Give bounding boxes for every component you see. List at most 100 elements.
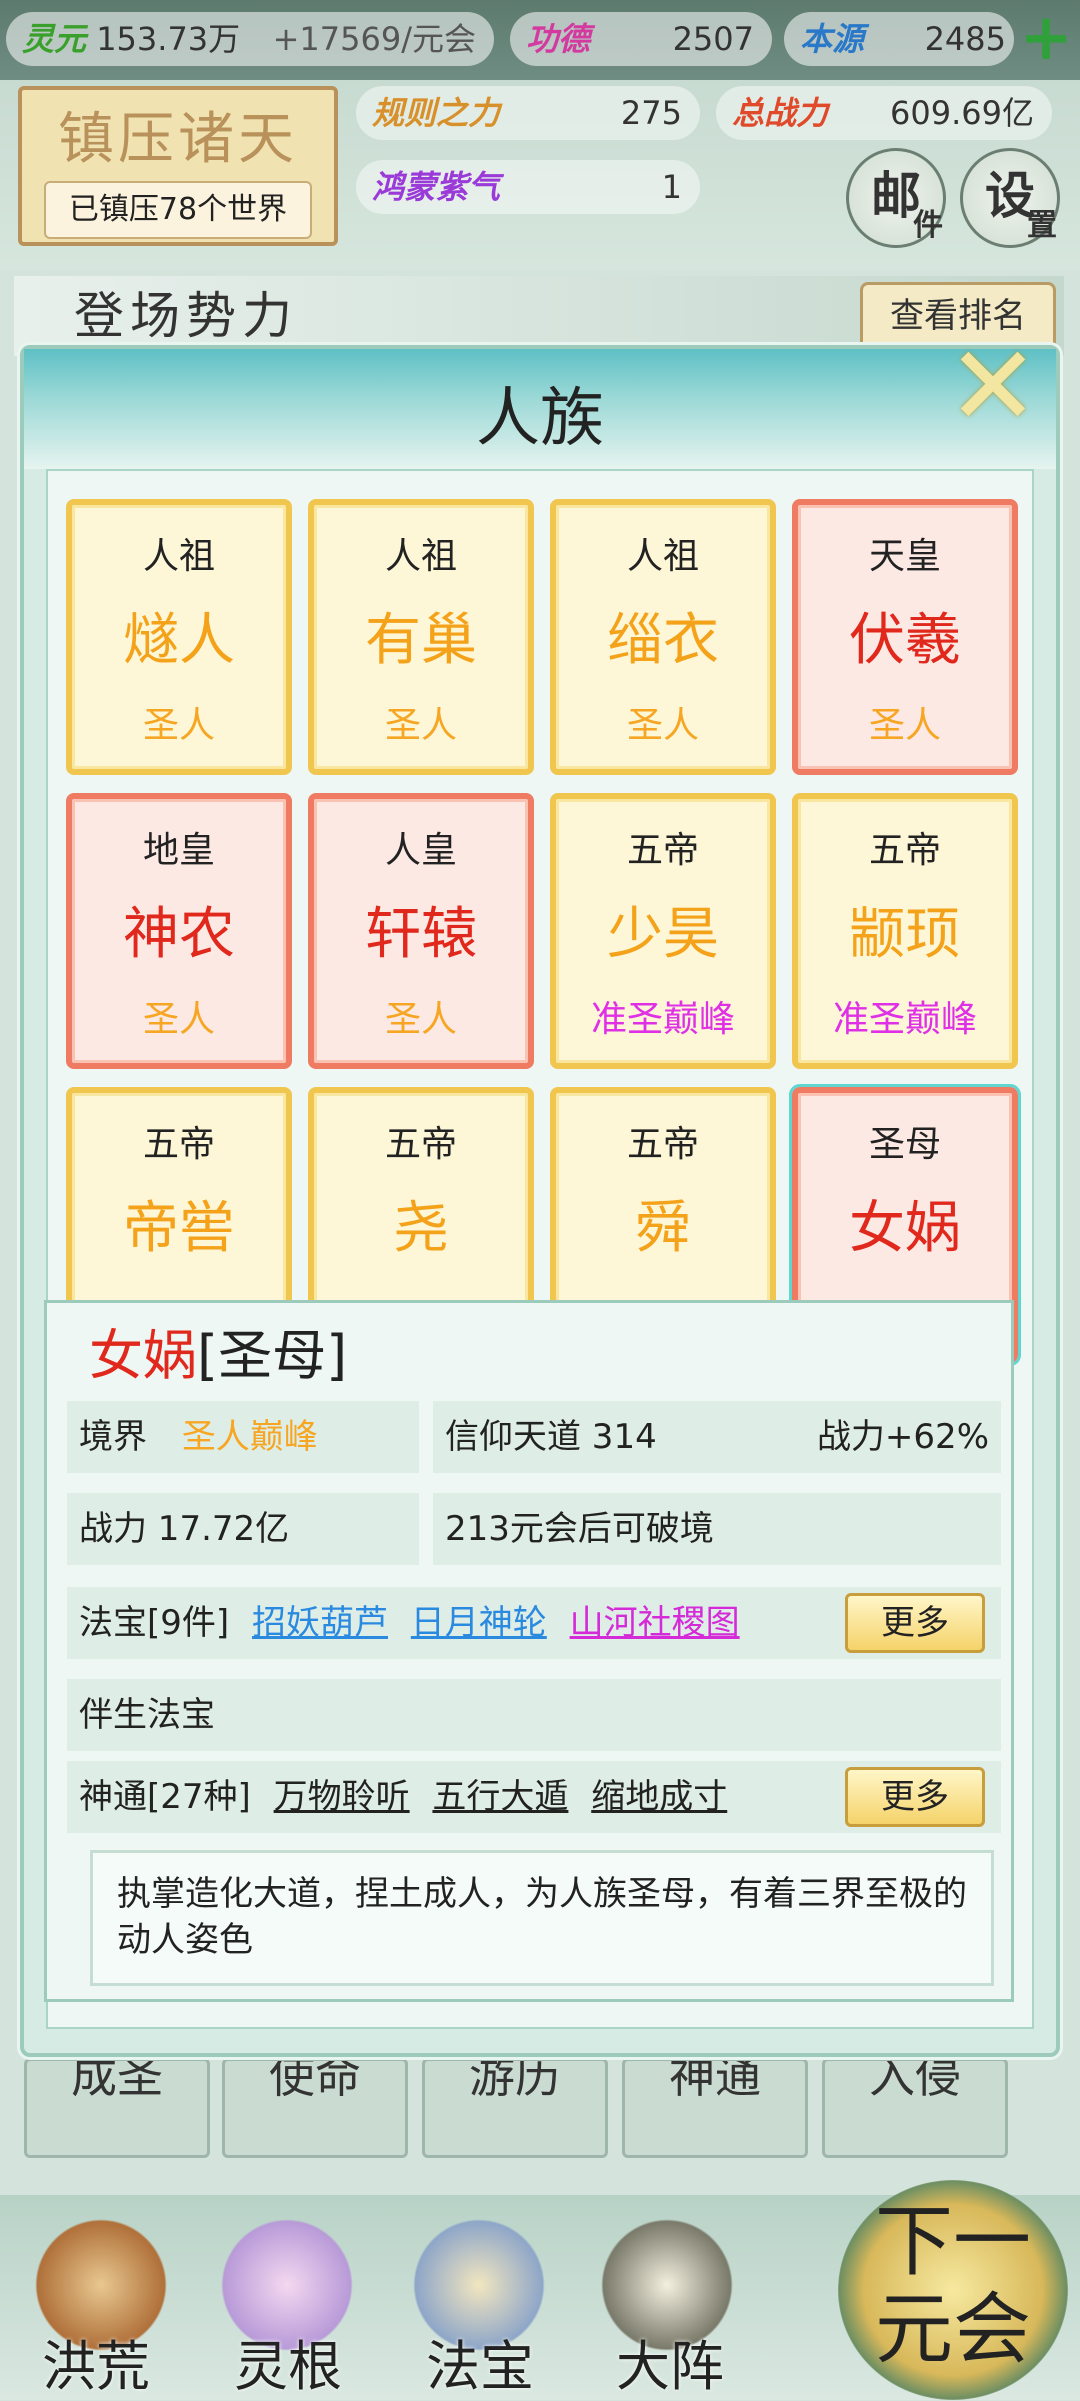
treasure-link-shanhe[interactable]: 山河社稷图	[570, 1603, 740, 1643]
tab-label: 使命	[269, 2058, 361, 2103]
card-shennong[interactable]: 地皇 神农 圣人	[66, 793, 292, 1069]
detail-name: 女娲	[89, 1324, 197, 1387]
nav-linggen[interactable]: 灵根	[234, 2322, 342, 2401]
card-level: 准圣巅峰	[832, 999, 977, 1040]
nav-dazhen[interactable]: 大阵	[616, 2322, 724, 2401]
card-rank: 五帝	[384, 1124, 457, 1165]
tab-label: 游历	[469, 2058, 561, 2103]
zhanli-value: 609.69亿	[890, 94, 1034, 132]
gongde-value: 2507	[672, 20, 754, 58]
card-rank: 五帝	[868, 830, 941, 871]
card-name: 少昊	[607, 902, 719, 967]
tab-shiming[interactable]: 使命	[222, 2058, 408, 2158]
hongmeng-resource: 鸿蒙紫气 1	[356, 160, 700, 214]
treasure-more-button[interactable]: 更多	[845, 1593, 985, 1653]
benyuan-label: 本源	[800, 20, 865, 58]
card-level: 圣人	[142, 999, 215, 1040]
card-xuanyuan[interactable]: 人皇 轩辕 圣人	[308, 793, 534, 1069]
detail-title: 女娲[圣母]	[89, 1311, 347, 1390]
card-rank: 五帝	[626, 830, 699, 871]
card-name: 舜	[635, 1196, 691, 1261]
card-level: 圣人	[868, 705, 941, 746]
skills-more-button[interactable]: 更多	[845, 1767, 985, 1827]
next-era-line2: 元会	[874, 2285, 1031, 2375]
zhanli-label: 总战力	[732, 94, 829, 132]
guize-resource: 规则之力 275	[356, 86, 700, 140]
card-name: 缁衣	[607, 608, 719, 673]
nav-honghuang[interactable]: 洪荒	[42, 2322, 150, 2401]
card-level: 圣人	[142, 705, 215, 746]
card-rank: 五帝	[626, 1124, 699, 1165]
treasure-link-zhaoyao[interactable]: 招妖葫芦	[252, 1603, 388, 1643]
card-shaohao[interactable]: 五帝 少昊 准圣巅峰	[550, 793, 776, 1069]
card-rank: 人祖	[384, 536, 457, 577]
skill-link-1[interactable]: 五行大遁	[432, 1777, 568, 1817]
tab-label: 神通	[669, 2058, 761, 2103]
detail-honorific: [圣母]	[197, 1324, 348, 1387]
skills-label: 神通[27种]	[79, 1777, 251, 1817]
add-benyuan-plus-icon[interactable]: +	[1016, 6, 1076, 70]
card-level: 准圣巅峰	[590, 999, 735, 1040]
benyuan-value: 2485	[924, 20, 1006, 58]
next-era-button[interactable]: 下一 元会	[838, 2180, 1068, 2400]
card-name: 轩辕	[365, 902, 477, 967]
breakthrough-text: 213元会后可破境	[445, 1509, 714, 1549]
lingyuan-label: 灵元	[22, 20, 87, 58]
card-rank: 人皇	[384, 830, 457, 871]
settings-sublabel: 置	[1027, 208, 1057, 243]
suppression-badge[interactable]: 镇压诸天 已镇压78个世界	[18, 86, 338, 246]
card-level: 圣人	[384, 999, 457, 1040]
card-suiren[interactable]: 人祖 燧人 圣人	[66, 499, 292, 775]
lingyuan-value: 153.73万	[96, 20, 241, 58]
card-name: 有巢	[365, 608, 477, 673]
dialog-header: 人族 ✕	[24, 331, 1056, 469]
badge-title: 镇压诸天	[58, 107, 298, 172]
faith-bonus: 战力+62%	[816, 1417, 989, 1457]
guize-value: 275	[620, 94, 682, 132]
zhanli-resource: 总战力 609.69亿	[716, 86, 1052, 140]
settings-button[interactable]: 设置	[960, 148, 1060, 248]
card-name: 伏羲	[849, 608, 961, 673]
card-rank: 人祖	[142, 536, 215, 577]
card-ziyi[interactable]: 人祖 缁衣 圣人	[550, 499, 776, 775]
card-youchao[interactable]: 人祖 有巢 圣人	[308, 499, 534, 775]
card-rank: 圣母	[868, 1124, 941, 1165]
tab-label: 成圣	[71, 2058, 163, 2103]
benyuan-resource: 本源 2485	[784, 12, 1014, 66]
card-fuxi[interactable]: 天皇 伏羲 圣人	[792, 499, 1018, 775]
companion-label: 伴生法宝	[79, 1695, 215, 1735]
skill-link-0[interactable]: 万物聆听	[274, 1777, 410, 1817]
lingyuan-rate: +17569/元会	[272, 20, 476, 58]
card-zhuanxu[interactable]: 五帝 颛顼 准圣巅峰	[792, 793, 1018, 1069]
close-icon[interactable]: ✕	[944, 331, 1042, 441]
hongmeng-label: 鸿蒙紫气	[372, 168, 501, 206]
tab-youli[interactable]: 游历	[422, 2058, 608, 2158]
card-rank: 人祖	[626, 536, 699, 577]
tab-ruqin[interactable]: 入侵	[822, 2058, 1008, 2158]
gongde-resource: 功德 2507	[510, 12, 772, 66]
tab-chengsheng[interactable]: 成圣	[24, 2058, 210, 2158]
tab-shentong[interactable]: 神通	[622, 2058, 808, 2158]
card-name: 颛顼	[849, 902, 961, 967]
card-level: 圣人	[384, 705, 457, 746]
resource-bar: 灵元 153.73万 +17569/元会 功德 2507 本源 2485 +	[0, 0, 1080, 80]
nav-fabao[interactable]: 法宝	[426, 2322, 534, 2401]
card-name: 燧人	[123, 608, 235, 673]
mail-sublabel: 件	[913, 208, 943, 243]
realm-row: 境界 圣人巅峰	[67, 1401, 419, 1473]
gongde-label: 功德	[526, 20, 591, 58]
treasure-link-riyue[interactable]: 日月神轮	[411, 1603, 547, 1643]
description-text: 执掌造化大道，捏土成人，为人族圣母，有着三界至极的动人姿色	[117, 1874, 967, 1960]
hongmeng-value: 1	[661, 168, 682, 206]
skill-link-2[interactable]: 缩地成寸	[591, 1777, 727, 1817]
mail-button[interactable]: 邮件	[846, 148, 946, 248]
badge-subtitle: 已镇压78个世界	[44, 181, 312, 239]
card-name: 帝喾	[123, 1196, 235, 1261]
realm-label: 境界	[79, 1417, 147, 1457]
card-level: 圣人	[626, 705, 699, 746]
card-rank: 地皇	[142, 830, 215, 871]
power-row: 战力 17.72亿	[67, 1493, 419, 1565]
treasure-label: 法宝[9件]	[79, 1603, 230, 1643]
companion-row: 伴生法宝	[67, 1679, 1001, 1751]
card-name: 尧	[393, 1196, 449, 1261]
